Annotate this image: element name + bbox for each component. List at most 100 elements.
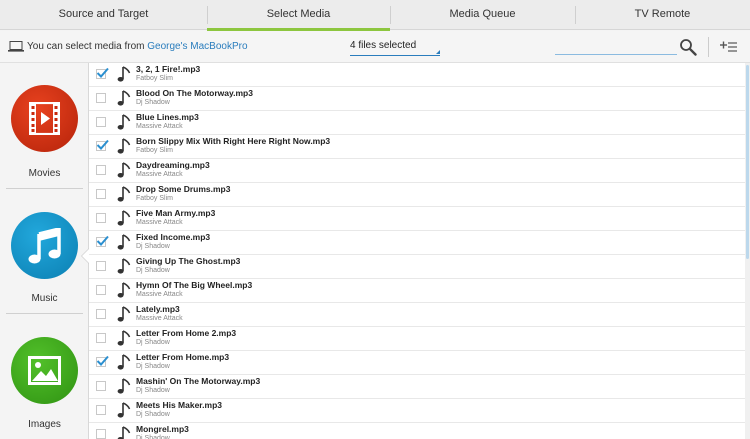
add-list-icon[interactable] — [720, 40, 737, 54]
track-row[interactable]: Blood On The Motorway.mp3 Dj Shadow — [89, 87, 745, 111]
track-checkbox[interactable] — [96, 333, 106, 343]
files-selected-dropdown[interactable]: 4 files selected — [350, 40, 440, 56]
toolbar-divider — [708, 37, 709, 57]
music-note-icon — [117, 162, 131, 178]
category-label-images: Images — [28, 419, 61, 430]
music-note-icon — [117, 66, 131, 82]
track-row[interactable]: 3, 2, 1 Fire!.mp3 Fatboy Slim — [89, 63, 745, 87]
track-checkbox[interactable] — [96, 285, 106, 295]
track-checkbox[interactable] — [96, 235, 109, 247]
tab-media-queue[interactable]: Media Queue — [390, 0, 575, 30]
tab-tv-remote[interactable]: TV Remote — [575, 0, 750, 30]
track-checkbox[interactable] — [96, 139, 109, 151]
music-note-icon — [117, 90, 131, 106]
track-title: Born Slippy Mix With Right Here Right No… — [136, 136, 331, 146]
music-note-icon — [117, 114, 131, 130]
music-note-icon — [117, 426, 131, 439]
track-title: Lately.mp3 — [136, 304, 180, 314]
music-note-icon — [117, 306, 131, 322]
track-row[interactable]: Mashin' On The Motorway.mp3 Dj Shadow — [89, 375, 745, 399]
search-input[interactable] — [555, 39, 677, 55]
dropdown-caret-icon — [436, 50, 440, 54]
track-checkbox[interactable] — [96, 165, 106, 175]
track-artist: Fatboy Slim — [136, 147, 173, 154]
track-artist: Dj Shadow — [136, 99, 170, 106]
track-row[interactable]: Lately.mp3 Massive Attack — [89, 303, 745, 327]
category-movies[interactable]: Movies — [0, 63, 89, 188]
track-row[interactable]: Born Slippy Mix With Right Here Right No… — [89, 135, 745, 159]
track-row[interactable]: Five Man Army.mp3 Massive Attack — [89, 207, 745, 231]
category-music[interactable]: Music — [0, 190, 89, 315]
track-artist: Dj Shadow — [136, 339, 170, 346]
track-row[interactable]: Mongrel.mp3 Dj Shadow — [89, 423, 745, 439]
track-checkbox[interactable] — [96, 429, 106, 439]
track-checkbox[interactable] — [96, 93, 106, 103]
track-row[interactable]: Giving Up The Ghost.mp3 Dj Shadow — [89, 255, 745, 279]
track-artist: Massive Attack — [136, 171, 183, 178]
category-images[interactable]: Images — [0, 315, 89, 439]
music-note-icon — [117, 378, 131, 394]
checkmark-icon — [96, 235, 109, 246]
source-info: You can select media from George's MacBo… — [27, 41, 248, 52]
music-circle — [11, 212, 78, 279]
track-title: Giving Up The Ghost.mp3 — [136, 256, 241, 266]
track-title: Mongrel.mp3 — [136, 424, 189, 434]
tab-source-and-target[interactable]: Source and Target — [0, 0, 207, 30]
track-checkbox[interactable] — [96, 213, 106, 223]
laptop-icon — [8, 41, 24, 52]
scrollbar[interactable] — [745, 63, 750, 439]
tab-select-media[interactable]: Select Media — [207, 0, 390, 31]
track-checkbox[interactable] — [96, 117, 106, 127]
track-title: Daydreaming.mp3 — [136, 160, 210, 170]
track-title: 3, 2, 1 Fire!.mp3 — [136, 64, 201, 74]
track-row[interactable]: Hymn Of The Big Wheel.mp3 Massive Attack — [89, 279, 745, 303]
track-artist: Dj Shadow — [136, 387, 170, 394]
search-icon[interactable] — [679, 38, 697, 56]
source-prefix: You can select media from — [27, 41, 148, 52]
track-checkbox[interactable] — [96, 67, 109, 79]
track-artist: Fatboy Slim — [136, 195, 173, 202]
music-note-icon — [117, 330, 131, 346]
track-row[interactable]: Meets His Maker.mp3 Dj Shadow — [89, 399, 745, 423]
track-title: Meets His Maker.mp3 — [136, 400, 222, 410]
music-note-icon — [117, 210, 131, 226]
track-row[interactable]: Letter From Home.mp3 Dj Shadow — [89, 351, 745, 375]
files-selected-label: 4 files selected — [350, 40, 417, 51]
category-divider — [6, 188, 83, 189]
music-note-icon — [117, 258, 131, 274]
track-title: Five Man Army.mp3 — [136, 208, 216, 218]
scrollbar-thumb[interactable] — [746, 65, 749, 259]
track-row[interactable]: Letter From Home 2.mp3 Dj Shadow — [89, 327, 745, 351]
track-row[interactable]: Daydreaming.mp3 Massive Attack — [89, 159, 745, 183]
tab-bar: Source and Target Select Media Media Que… — [0, 0, 750, 31]
track-artist: Massive Attack — [136, 219, 183, 226]
source-device-link[interactable]: George's MacBookPro — [147, 41, 247, 52]
track-row[interactable]: Blue Lines.mp3 Massive Attack — [89, 111, 745, 135]
images-circle — [11, 337, 78, 404]
track-title: Hymn Of The Big Wheel.mp3 — [136, 280, 253, 290]
track-artist: Massive Attack — [136, 291, 183, 298]
track-artist: Massive Attack — [136, 315, 183, 322]
track-title: Drop Some Drums.mp3 — [136, 184, 231, 194]
track-title: Blue Lines.mp3 — [136, 112, 199, 122]
track-list: 3, 2, 1 Fire!.mp3 Fatboy Slim Blood On T… — [89, 63, 745, 439]
music-note-icon — [117, 282, 131, 298]
track-checkbox[interactable] — [96, 381, 106, 391]
track-row[interactable]: Fixed Income.mp3 Dj Shadow — [89, 231, 745, 255]
checkmark-icon — [96, 67, 109, 78]
movies-circle — [11, 85, 78, 152]
track-checkbox[interactable] — [96, 189, 106, 199]
track-row[interactable]: Drop Some Drums.mp3 Fatboy Slim — [89, 183, 745, 207]
category-label-music: Music — [31, 293, 58, 304]
track-checkbox[interactable] — [96, 355, 109, 367]
track-checkbox[interactable] — [96, 405, 106, 415]
track-title: Letter From Home 2.mp3 — [136, 328, 237, 338]
track-title: Blood On The Motorway.mp3 — [136, 88, 253, 98]
checkmark-icon — [96, 139, 109, 150]
track-checkbox[interactable] — [96, 309, 106, 319]
media-category-sidebar: Movies Music Images — [0, 63, 89, 439]
track-checkbox[interactable] — [96, 261, 106, 271]
video-icon — [29, 102, 60, 135]
track-artist: Dj Shadow — [136, 243, 170, 250]
music-note-icon — [117, 138, 131, 154]
